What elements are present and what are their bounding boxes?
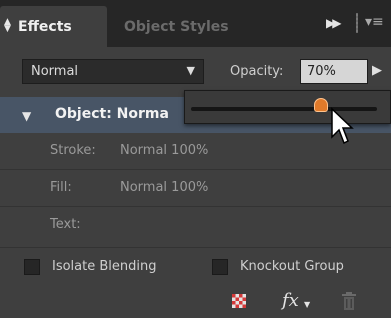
isolate-blending-label: Isolate Blending bbox=[52, 259, 157, 274]
fx-icon[interactable]: fx bbox=[282, 290, 299, 311]
opacity-label: Opacity: bbox=[230, 64, 284, 79]
knockout-group-label: Knockout Group bbox=[240, 259, 344, 274]
opacity-value: 70% bbox=[307, 64, 336, 79]
fill-label: Fill: bbox=[50, 180, 72, 195]
mouse-cursor-icon bbox=[331, 107, 354, 145]
double-chevron-right-icon[interactable]: ▶▶ bbox=[326, 16, 342, 30]
expand-collapse-arrows-icon[interactable]: ▲ ▼ bbox=[4, 18, 11, 34]
attribute-row-fill[interactable]: Fill: Normal 100% bbox=[0, 170, 391, 206]
tab-object-styles[interactable]: Object Styles bbox=[112, 6, 247, 47]
clear-effects-icon[interactable] bbox=[232, 294, 246, 308]
trash-icon[interactable] bbox=[340, 291, 358, 311]
object-row-label: Object: Norma bbox=[55, 106, 169, 122]
knockout-group-checkbox[interactable] bbox=[212, 259, 228, 275]
blend-mode-select[interactable]: Normal ▼ bbox=[22, 59, 204, 84]
opacity-input[interactable]: 70% bbox=[300, 59, 368, 84]
panel-bottom-bar: fx ▼ bbox=[0, 288, 391, 318]
checkbox-row: Isolate Blending Knockout Group bbox=[0, 248, 391, 288]
blend-mode-value: Normal bbox=[31, 64, 79, 79]
stroke-value: Normal 100% bbox=[120, 143, 209, 158]
panel-menu-icon[interactable]: ▾≡ bbox=[365, 14, 384, 30]
tab-effects[interactable]: ▲ ▼ Effects bbox=[0, 6, 107, 47]
opacity-slider-thumb[interactable] bbox=[314, 98, 329, 112]
disclosure-triangle-icon[interactable]: ▼ bbox=[22, 109, 31, 123]
triangle-right-icon[interactable]: ▶ bbox=[372, 63, 382, 78]
tab-object-styles-label: Object Styles bbox=[124, 18, 229, 35]
chevron-down-icon[interactable]: ▼ bbox=[187, 64, 195, 77]
stroke-label: Stroke: bbox=[50, 143, 96, 158]
tab-effects-label: Effects bbox=[18, 18, 72, 35]
text-label: Text: bbox=[50, 217, 81, 232]
panel-tab-bar: ▲ ▼ Effects Object Styles ▶▶ ▾≡ bbox=[0, 0, 391, 47]
chevron-down-icon: ▼ bbox=[304, 300, 311, 309]
isolate-blending-checkbox[interactable] bbox=[24, 259, 40, 275]
attribute-row-text[interactable]: Text: bbox=[0, 207, 391, 243]
fill-value: Normal 100% bbox=[120, 180, 209, 195]
opacity-slider-popup bbox=[184, 90, 391, 124]
panel-grip[interactable] bbox=[356, 13, 358, 33]
